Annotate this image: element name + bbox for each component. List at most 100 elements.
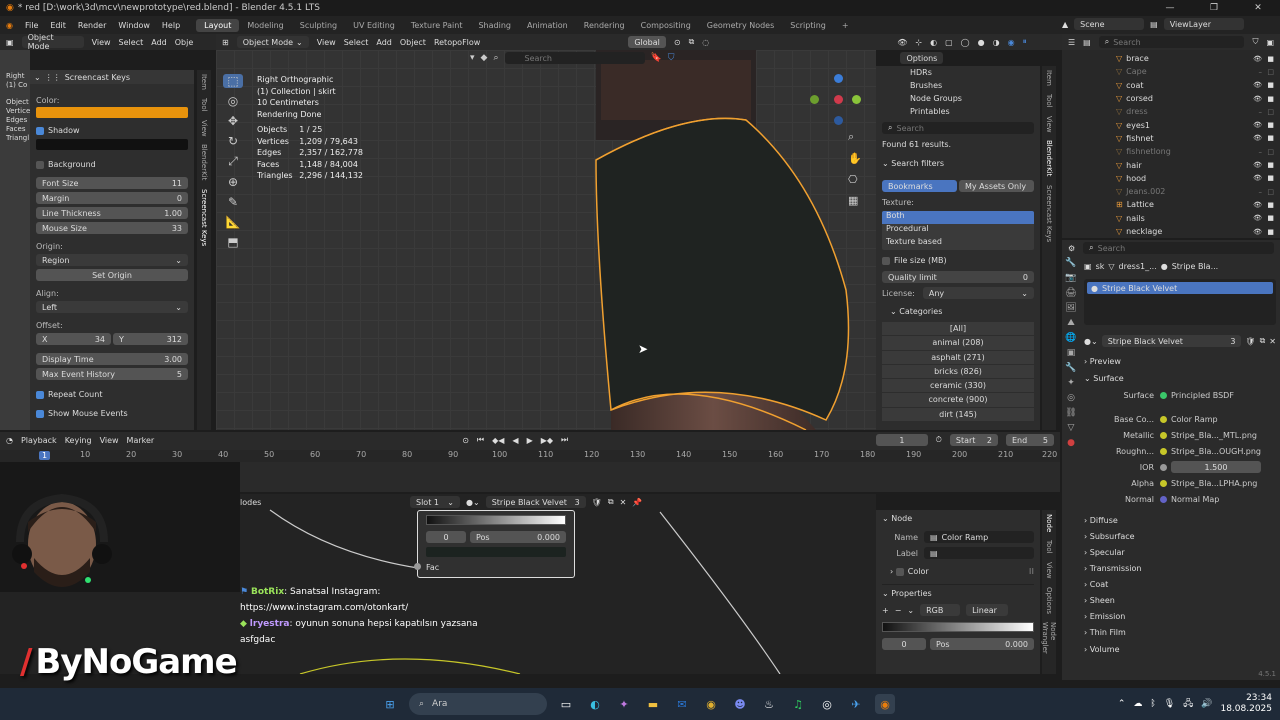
fac-socket-icon[interactable] [414, 563, 421, 570]
camera-icon[interactable]: □ [1267, 188, 1274, 196]
drag-handle-icon[interactable]: ⋮⋮ [45, 73, 61, 82]
properties-search[interactable]: ⌕ Search [1083, 242, 1274, 254]
section-subsurface[interactable]: › Subsurface [1084, 529, 1276, 545]
license-dropdown[interactable]: Any ⌄ [922, 287, 1034, 299]
material-browse-icon[interactable]: ●⌄ [466, 498, 480, 507]
node-material-field[interactable]: Stripe Black Velvet 3 [485, 496, 586, 508]
volume-section[interactable]: › Volume [1084, 645, 1276, 654]
app-icon[interactable]: ✈ [846, 694, 866, 714]
start-frame-field[interactable]: Start 2 [949, 434, 998, 446]
tab-uv-editing[interactable]: UV Editing [345, 19, 403, 32]
eye-icon[interactable]: 👁 [1253, 161, 1262, 169]
tab-sculpting[interactable]: Sculpting [292, 19, 345, 32]
chrome-icon[interactable]: ◉ [701, 694, 721, 714]
tab-item[interactable]: Item [1045, 66, 1053, 90]
menu-keying[interactable]: Keying [65, 436, 92, 445]
unlink-icon[interactable]: ✕ [1269, 337, 1276, 346]
copilot-icon[interactable]: ✦ [614, 694, 634, 714]
menu-retopoflow[interactable]: RetopoFlow [434, 38, 480, 47]
mic-icon[interactable]: 🎙 [1164, 699, 1175, 709]
preset-icon[interactable]: ⁝⁝ [1029, 567, 1034, 576]
color-mode-dropdown[interactable]: RGB [920, 604, 961, 616]
menu-add[interactable]: Add [376, 38, 392, 47]
eye-icon[interactable]: 👁 [1253, 55, 1262, 63]
close-button[interactable]: ✕ [1236, 0, 1280, 16]
outliner-row[interactable]: ▽ fishnet 👁 ■ [1062, 132, 1280, 145]
roughness-row[interactable]: Roughn... Stripe_Bla...OUGH.png [1084, 443, 1276, 459]
orientation-selector[interactable]: Global [628, 36, 666, 48]
category-item[interactable]: ceramic (330) [882, 379, 1034, 393]
add-workspace-button[interactable]: + [834, 19, 857, 32]
texture-option-procedural[interactable]: Procedural [882, 224, 1034, 237]
quality-limit-field[interactable]: Quality limit 0 [882, 271, 1034, 283]
camera-icon[interactable]: □ [1267, 148, 1274, 156]
surface-shader-row[interactable]: Surface Principled BSDF [1084, 387, 1276, 403]
section-sheen[interactable]: › Sheen [1084, 593, 1276, 609]
unlink-icon[interactable]: ✕ [620, 498, 627, 507]
category-item[interactable]: bricks (826) [882, 364, 1034, 379]
tab-texture-paint[interactable]: Texture Paint [403, 19, 471, 32]
cursor-icon[interactable]: ◎ [228, 94, 238, 108]
data-tab-icon[interactable]: ▽ [1068, 423, 1075, 433]
ramp-stop-index[interactable]: 0 [426, 531, 466, 543]
volume-icon[interactable]: 🔊 [1201, 699, 1212, 709]
material-slot-list[interactable]: ● Stripe Black Velvet [1084, 279, 1276, 325]
node-label-field[interactable]: ▤ [924, 547, 1034, 559]
camera-icon[interactable]: ■ [1267, 201, 1274, 209]
section-specular[interactable]: › Specular [1084, 545, 1276, 561]
transform-icon[interactable]: ⊕ [228, 175, 238, 189]
proportional-icon[interactable]: ◌ [702, 38, 709, 47]
jump-end-icon[interactable]: ⏭ [561, 435, 568, 445]
steam-icon[interactable]: ♨ [759, 694, 779, 714]
editor-type-icon[interactable]: ⊞ [222, 38, 229, 47]
world-tab-icon[interactable]: 🌐 [1065, 333, 1076, 343]
tab-modeling[interactable]: Modeling [239, 19, 291, 32]
output-tab-icon[interactable]: 🖨 [1065, 288, 1076, 298]
normal-row[interactable]: Normal Normal Map [1084, 491, 1276, 507]
gizmo-toggle-icon[interactable]: ⊹ [915, 38, 922, 47]
texture-option-both[interactable]: Both [882, 211, 1034, 224]
eye-icon[interactable]: 👁 [1253, 201, 1262, 209]
spotify-icon[interactable]: ♫ [788, 694, 808, 714]
tab-animation[interactable]: Animation [519, 19, 576, 32]
ior-field[interactable]: 1.500 [1171, 461, 1261, 473]
pivot-icon[interactable]: ⊙ [674, 38, 681, 47]
background-checkbox[interactable]: Background [36, 160, 188, 169]
alpha-row[interactable]: Alpha Stripe_Bla...LPHA.png [1084, 475, 1276, 491]
eye-icon[interactable]: 👁 [1253, 228, 1262, 236]
tab-tool[interactable]: Tool [200, 94, 208, 116]
category-item[interactable]: concrete (900) [882, 393, 1034, 407]
outliner-row[interactable]: ▽ necklage 👁 ■ [1062, 225, 1280, 238]
category-printables[interactable]: Printables [910, 105, 1034, 118]
menu-object[interactable]: Object [400, 38, 426, 47]
fake-user-icon[interactable]: 🛡 [1245, 337, 1255, 346]
menu-select[interactable]: Select [344, 38, 369, 47]
tab-blenderkit[interactable]: BlenderKit [1045, 136, 1053, 180]
record-icon[interactable]: ⊙ [462, 436, 469, 445]
offset-x-field[interactable]: X 34 [36, 333, 111, 345]
properties-section[interactable]: ⌄ Properties [882, 584, 1034, 598]
tab-view[interactable]: View [200, 116, 208, 141]
shadow-checkbox[interactable]: Shadow [36, 126, 188, 135]
metallic-row[interactable]: Metallic Stripe_Bla..._MTL.png [1084, 427, 1276, 443]
camera-icon[interactable]: ■ [1267, 161, 1274, 169]
category-item[interactable]: dirt (145) [882, 407, 1034, 422]
eye-icon[interactable]: 👁 [1253, 214, 1262, 222]
outliner-row[interactable]: ▽ Jeans.002– □ [1062, 185, 1280, 198]
pan-hand-icon[interactable]: ✋ [848, 152, 862, 165]
blender-taskbar-icon[interactable]: ◉ [875, 694, 895, 714]
add-stop-icon[interactable]: + [882, 606, 889, 615]
repeat-count-checkbox[interactable]: Repeat Count [36, 390, 188, 399]
asset-search-field[interactable]: ⌕ Search [882, 122, 1034, 134]
physics-tab-icon[interactable]: ◎ [1067, 393, 1075, 403]
camera-icon[interactable]: ■ [1267, 55, 1274, 63]
add-cube-icon[interactable]: ⬒ [227, 235, 238, 249]
shading-solid-icon[interactable]: ● [978, 38, 985, 47]
left-menu-object[interactable]: Obje [175, 38, 194, 47]
annotate-icon[interactable]: ✎ [228, 195, 238, 209]
material-browse-icon[interactable]: ●⌄ [1084, 337, 1098, 346]
camera-icon[interactable]: □ [1267, 108, 1274, 116]
shading-wire-icon[interactable]: ◯ [961, 38, 970, 47]
texture-option-texture-based[interactable]: Texture based [882, 237, 1034, 250]
tab-layout[interactable]: Layout [196, 18, 240, 32]
